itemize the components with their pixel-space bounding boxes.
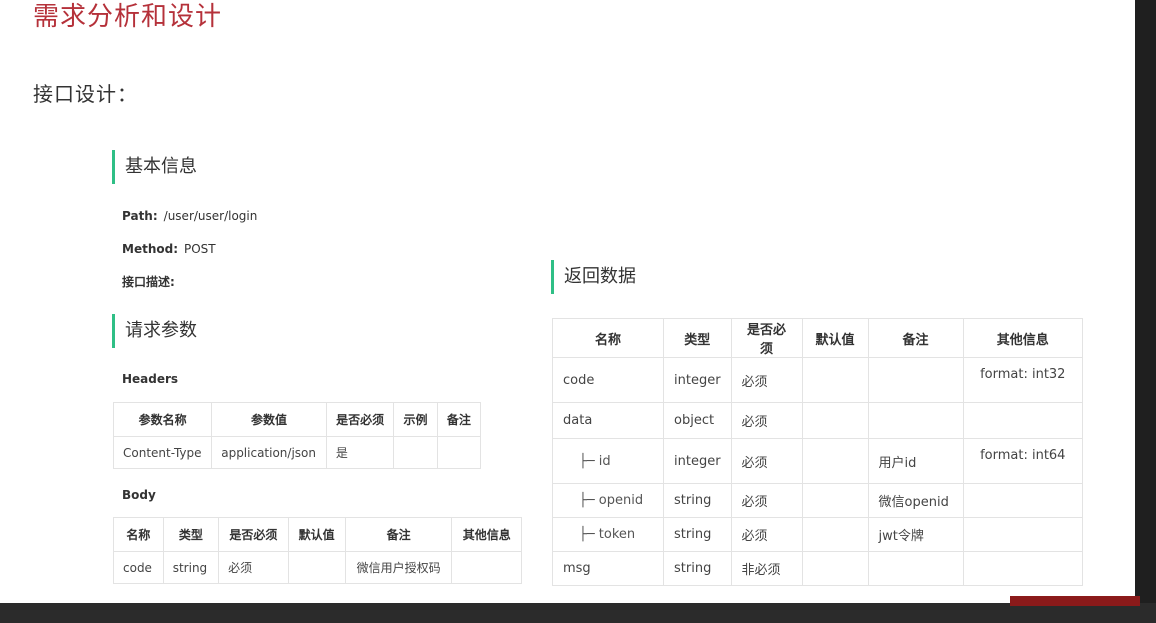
table-row: data object 必须 [552, 402, 1084, 439]
table-cell: 用户id [867, 438, 964, 484]
window-side-strip [1135, 0, 1156, 603]
table-cell: string [162, 551, 220, 584]
table-cell: 微信用户授权码 [344, 551, 453, 584]
table-row: ├─ token string 必须 jwt令牌 [552, 517, 1084, 552]
table-cell: 微信openid [867, 483, 964, 518]
desc-row: 接口描述: [122, 274, 181, 290]
method-label: Method: [122, 242, 178, 256]
col-header: 类型 [663, 318, 732, 358]
table-cell: string [663, 517, 732, 552]
table-cell: data [552, 402, 664, 439]
col-header: 类型 [162, 517, 220, 552]
table-cell: object [663, 402, 732, 439]
table-cell: integer [663, 438, 732, 484]
table-row: ├─ id integer 必须 用户id format: int64 [552, 438, 1084, 484]
path-row: Path: /user/user/login [122, 208, 257, 224]
table-cell: 必须 [730, 517, 803, 552]
table-cell: 是 [325, 436, 395, 469]
table-cell [801, 483, 869, 518]
path-label: Path: [122, 209, 158, 223]
table-cell [801, 402, 869, 439]
page-subtitle: 接口设计： [33, 82, 138, 106]
table-cell [436, 436, 482, 469]
table-cell [393, 436, 438, 469]
table-cell: application/json [211, 436, 327, 469]
col-header: 其他信息 [451, 517, 522, 552]
table-cell: jwt令牌 [867, 517, 964, 552]
response-table: 名称 类型 是否必须 默认值 备注 其他信息 code integer 必须 f… [552, 318, 1084, 586]
table-cell [801, 517, 869, 552]
table-cell: code [552, 357, 664, 403]
col-header: 是否必须 [730, 318, 803, 358]
table-cell [867, 357, 964, 403]
slide: 需求分析和设计 接口设计： 基本信息 Path: /user/user/login… [0, 0, 1135, 603]
col-header: 是否必须 [325, 402, 395, 437]
table-cell: string [663, 551, 732, 586]
request-params-heading: 请求参数 [112, 314, 197, 348]
table-cell: 必须 [730, 483, 803, 518]
table-cell: 必须 [730, 438, 803, 484]
basic-info-heading: 基本信息 [112, 150, 197, 184]
col-header: 名称 [113, 517, 164, 552]
table-cell [867, 402, 964, 439]
col-header: 示例 [393, 402, 438, 437]
headers-label: Headers [122, 372, 179, 386]
desc-label: 接口描述: [122, 275, 175, 289]
body-table-header: 名称 类型 是否必须 默认值 备注 其他信息 [113, 517, 522, 552]
table-cell [287, 551, 346, 584]
body-label: Body [122, 488, 156, 502]
col-header: 默认值 [287, 517, 346, 552]
table-cell: 必须 [730, 357, 803, 403]
table-row: msg string 非必须 [552, 551, 1084, 586]
col-header: 名称 [552, 318, 664, 358]
table-cell: ├─ id [552, 438, 664, 484]
method-row: Method: POST [122, 241, 216, 257]
table-cell: ├─ token [552, 517, 664, 552]
table-cell: code [113, 551, 164, 584]
headers-table: 参数名称 参数值 是否必须 示例 备注 Content-Type applica… [112, 402, 482, 469]
col-header: 备注 [436, 402, 482, 437]
table-row: ├─ openid string 必须 微信openid [552, 483, 1084, 518]
slide-corner-decoration [1010, 596, 1140, 606]
table-cell: integer [663, 357, 732, 403]
page-title: 需求分析和设计 [33, 2, 223, 32]
response-table-header: 名称 类型 是否必须 默认值 备注 其他信息 [552, 318, 1084, 358]
method-value: POST [184, 242, 216, 256]
body-table: 名称 类型 是否必须 默认值 备注 其他信息 code string 必须 微信… [113, 517, 522, 584]
table-cell [962, 517, 1084, 552]
response-heading: 返回数据 [551, 260, 636, 294]
col-header: 默认值 [801, 318, 869, 358]
table-cell [867, 551, 964, 586]
table-cell: 必须 [218, 551, 289, 584]
headers-table-header: 参数名称 参数值 是否必须 示例 备注 [112, 402, 482, 437]
table-cell [801, 438, 869, 484]
table-cell: ├─ openid [552, 483, 664, 518]
col-header: 参数值 [211, 402, 327, 437]
table-row: Content-Type application/json 是 [112, 436, 482, 469]
col-header: 备注 [867, 318, 964, 358]
window-bottom-strip [0, 603, 1156, 623]
table-cell: msg [552, 551, 664, 586]
table-cell: 非必须 [730, 551, 803, 586]
col-header: 是否必须 [218, 517, 289, 552]
col-header: 备注 [344, 517, 453, 552]
table-cell [962, 483, 1084, 518]
col-header: 其他信息 [962, 318, 1084, 358]
table-cell [962, 551, 1084, 586]
table-cell [801, 357, 869, 403]
table-row: code string 必须 微信用户授权码 [113, 551, 522, 584]
col-header: 参数名称 [112, 402, 213, 437]
table-cell [801, 551, 869, 586]
table-cell: Content-Type [112, 436, 213, 469]
path-value: /user/user/login [163, 209, 258, 223]
table-cell: 必须 [730, 402, 803, 439]
table-cell: format: int32 [962, 357, 1084, 403]
table-row: code integer 必须 format: int32 [552, 357, 1084, 403]
table-cell: format: int64 [962, 438, 1084, 484]
table-cell [962, 402, 1084, 439]
table-cell: string [663, 483, 732, 518]
table-cell [451, 551, 522, 584]
